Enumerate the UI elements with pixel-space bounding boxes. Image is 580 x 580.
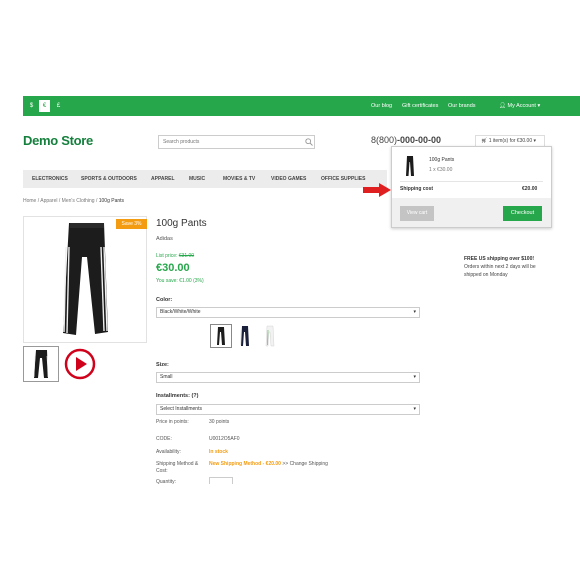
size-select[interactable]: Small ▾ xyxy=(156,372,420,383)
shipping-info: FREE US shipping over $100! Orders withi… xyxy=(464,255,536,279)
shipping-label-line2: Cost: xyxy=(156,468,168,474)
user-icon: 👤︎ xyxy=(499,103,506,109)
play-icon xyxy=(64,348,96,380)
menu-music[interactable]: MUSIC xyxy=(189,170,205,188)
breadcrumb-current: 100g Pants xyxy=(98,198,125,204)
discount-badge: Save 3% xyxy=(116,219,147,229)
main-menu: ELECTRONICS SPORTS & OUTDOORS APPAREL MU… xyxy=(23,170,387,188)
gift-certificates-link[interactable]: Gift certificates xyxy=(402,96,438,116)
cart-item-qty: 1 x €30.00 xyxy=(429,167,453,173)
shipping-method-value: New Shipping Method - €20.00 xyxy=(209,461,281,467)
color-swatch-navy[interactable] xyxy=(234,324,256,348)
menu-video-games[interactable]: VIDEO GAMES xyxy=(271,170,306,188)
product-main-image[interactable] xyxy=(23,216,147,343)
cart-item-image xyxy=(406,156,414,176)
menu-apparel[interactable]: APPAREL xyxy=(151,170,175,188)
currency-gbp[interactable]: £ xyxy=(53,100,64,112)
size-select-value: Small xyxy=(160,374,173,380)
product-brand[interactable]: Adidas xyxy=(156,236,173,242)
color-select-value: Black/White/White xyxy=(160,309,201,315)
change-shipping-link[interactable]: >> Change Shipping xyxy=(282,461,328,467)
phone-number: 8(800)-000-00-00 xyxy=(371,135,441,145)
installments-help[interactable]: (?) xyxy=(191,393,198,399)
menu-movies-tv[interactable]: MOVIES & TV xyxy=(223,170,255,188)
pants-thumbnail-image xyxy=(33,350,49,378)
color-select[interactable]: Black/White/White ▾ xyxy=(156,307,420,318)
phone-digits: -000-00-00 xyxy=(397,135,442,145)
shipping-method: New Shipping Method - €20.00 >> Change S… xyxy=(209,461,328,467)
search-input[interactable] xyxy=(159,136,302,148)
account-menu[interactable]: 👤︎ My Account ▾ xyxy=(499,96,540,116)
pants-image xyxy=(63,223,108,335)
view-cart-button[interactable]: View cart xyxy=(400,206,434,221)
list-price: List price: €31.00 xyxy=(156,253,194,259)
swatch-image xyxy=(265,325,275,347)
quantity-stepper[interactable] xyxy=(209,477,233,484)
cart-item-name[interactable]: 100g Pants xyxy=(429,157,454,163)
installments-select-value: Select Installments xyxy=(160,406,202,412)
blog-link[interactable]: Our blog xyxy=(371,96,392,116)
availability-label: Availability: xyxy=(156,449,181,455)
currency-usd[interactable]: $ xyxy=(26,100,37,112)
menu-electronics[interactable]: ELECTRONICS xyxy=(32,170,68,188)
chevron-down-icon: ▾ xyxy=(413,406,416,412)
shipping-cost-label: Shipping cost xyxy=(400,186,434,192)
size-label: Size: xyxy=(156,362,169,368)
shipping-label-line1: Shipping Method & xyxy=(156,461,199,467)
installments-select[interactable]: Select Installments ▾ xyxy=(156,404,420,415)
breadcrumb-apparel[interactable]: Apparel xyxy=(40,198,57,204)
chevron-down-icon: ▾ xyxy=(413,374,416,380)
phone-prefix: 8(800) xyxy=(371,135,398,145)
chevron-down-icon: ▾ xyxy=(413,309,416,315)
account-label: My Account xyxy=(507,103,536,109)
breadcrumb: Home / Apparel / Men's Clothing / 100g P… xyxy=(23,198,125,204)
search-box[interactable] xyxy=(158,135,315,149)
swatch-image xyxy=(217,327,225,345)
free-shipping-title: FREE US shipping over $100! xyxy=(464,256,535,262)
you-save: You save: €1.00 (3%) xyxy=(156,278,204,284)
code-value: U0012O5AF0 xyxy=(209,436,240,442)
availability-value: In stock xyxy=(209,449,228,455)
code-label: CODE: xyxy=(156,436,172,442)
product-title: 100g Pants xyxy=(156,218,207,229)
breadcrumb-home[interactable]: Home xyxy=(23,198,36,204)
top-bar: $ € £ Our blog Gift certificates Our bra… xyxy=(23,96,580,116)
color-swatch-white[interactable] xyxy=(259,324,281,348)
list-price-label: List price: xyxy=(156,253,178,259)
cart-actions: View cart Checkout xyxy=(392,198,551,227)
divider xyxy=(400,181,543,182)
swatch-image xyxy=(240,326,249,346)
list-price-value: €31.00 xyxy=(178,253,195,259)
shipping-cost-value: €20.00 xyxy=(522,186,538,192)
points-value: 30 points xyxy=(209,419,230,425)
checkout-button[interactable]: Checkout xyxy=(503,206,542,221)
brands-link[interactable]: Our brands xyxy=(448,96,476,116)
caret-down-icon: ▾ xyxy=(537,103,541,109)
installments-label-text: Installments: xyxy=(156,393,190,399)
menu-office-supplies[interactable]: OFFICE SUPPLIES xyxy=(321,170,365,188)
installments-label: Installments: (?) xyxy=(156,393,199,399)
cart-summary: 1 item(s) for €30.00 xyxy=(488,138,533,144)
red-arrow-icon xyxy=(363,183,391,197)
product-thumbnail[interactable] xyxy=(23,346,59,382)
menu-sports-outdoors[interactable]: SPORTS & OUTDOORS xyxy=(81,170,137,188)
video-thumbnail[interactable] xyxy=(62,346,98,382)
cart-icon: 🛒︎ xyxy=(481,138,488,144)
cart-dropdown: 100g Pants 1 x €30.00 Shipping cost €20.… xyxy=(391,146,552,228)
caret-down-icon: ▾ xyxy=(533,138,537,144)
points-label: Price in points: xyxy=(156,419,189,425)
shipping-info-line1: Orders within next 2 days will be xyxy=(464,264,536,270)
quantity-label: Quantity: xyxy=(156,479,177,485)
product-price: €30.00 xyxy=(156,262,190,274)
color-swatch-black-white[interactable] xyxy=(210,324,232,348)
store-logo[interactable]: Demo Store xyxy=(23,133,93,148)
shipping-info-line2: shipped on Monday xyxy=(464,272,508,278)
color-label: Color: xyxy=(156,297,173,303)
search-icon[interactable] xyxy=(305,138,313,146)
breadcrumb-mens-clothing[interactable]: Men's Clothing xyxy=(62,198,95,204)
currency-eur[interactable]: € xyxy=(39,100,50,112)
shipping-method-label: Shipping Method & Cost: xyxy=(156,461,198,475)
